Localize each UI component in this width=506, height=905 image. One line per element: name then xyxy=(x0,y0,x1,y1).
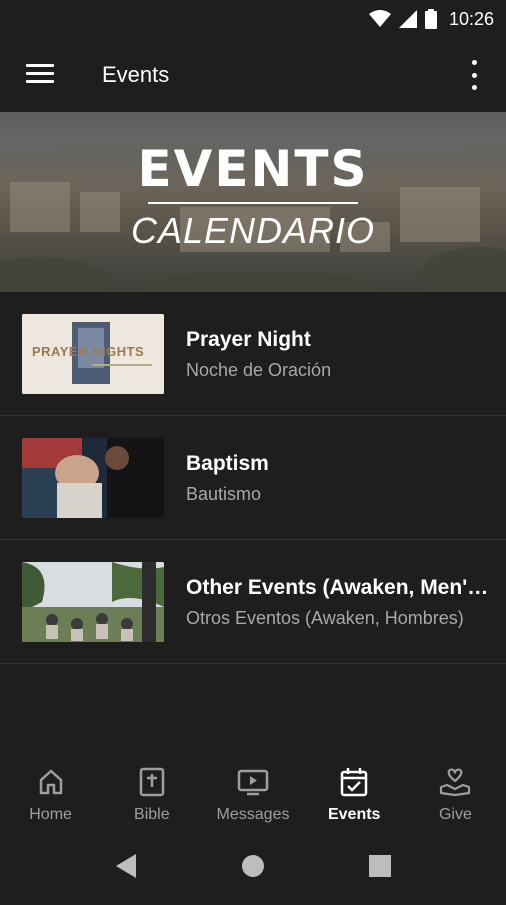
nav-label: Events xyxy=(327,806,381,823)
nav-label: Give xyxy=(438,806,472,823)
nav-label: Bible xyxy=(134,806,170,823)
list-item[interactable]: PRAYER NIGHTS Prayer Night Noche de Orac… xyxy=(0,292,506,416)
event-thumbnail xyxy=(22,562,164,642)
home-circle-icon[interactable] xyxy=(242,855,264,877)
list-item[interactable]: Baptism Bautismo xyxy=(0,416,506,540)
nav-events[interactable]: Events xyxy=(304,754,405,834)
status-bar: 10:26 xyxy=(0,0,506,38)
page-title: Events xyxy=(102,62,170,87)
home-icon xyxy=(37,766,65,798)
banner-subtitle: CALENDARIO xyxy=(130,210,376,251)
back-icon[interactable] xyxy=(116,854,136,878)
event-title: Prayer Night xyxy=(186,328,311,351)
list-item[interactable]: Other Events (Awaken, Men's Group) Otros… xyxy=(0,540,506,664)
system-navigation-bar xyxy=(0,834,506,900)
event-title: Baptism xyxy=(186,452,269,475)
events-banner: EVENTS CALENDARIO xyxy=(0,112,506,292)
events-list: PRAYER NIGHTS Prayer Night Noche de Orac… xyxy=(0,292,506,664)
thumb-text: PRAYER NIGHTS xyxy=(32,344,145,359)
nav-give[interactable]: Give xyxy=(405,754,506,834)
event-thumbnail: PRAYER NIGHTS xyxy=(22,314,164,394)
event-title: Other Events (Awaken, Men's Group) xyxy=(186,576,491,599)
event-subtitle: Noche de Oración xyxy=(186,360,332,380)
signal-icon xyxy=(398,10,417,28)
nav-messages[interactable]: Messages xyxy=(202,754,303,834)
app-bar: Events xyxy=(0,38,506,112)
calendar-check-icon xyxy=(340,766,368,798)
status-time: 10:26 xyxy=(448,8,494,29)
tv-play-icon xyxy=(237,766,269,798)
event-subtitle: Bautismo xyxy=(186,484,262,504)
banner-divider xyxy=(148,202,358,204)
battery-icon xyxy=(424,9,437,29)
hand-heart-icon xyxy=(439,766,471,798)
wifi-icon xyxy=(368,10,391,27)
recents-icon[interactable] xyxy=(369,855,391,877)
bible-icon xyxy=(139,766,165,798)
bottom-navigation: Home Bible Messages Events Give xyxy=(0,754,506,834)
status-icons: 10:26 xyxy=(368,6,494,32)
event-thumbnail xyxy=(22,438,164,518)
menu-icon[interactable] xyxy=(26,64,54,84)
nav-label: Home xyxy=(29,806,72,823)
banner-title: EVENTS xyxy=(137,140,369,198)
more-vert-icon[interactable] xyxy=(464,60,484,90)
nav-bible[interactable]: Bible xyxy=(101,754,202,834)
nav-home[interactable]: Home xyxy=(0,754,101,834)
nav-label: Messages xyxy=(216,806,290,823)
event-subtitle: Otros Eventos (Awaken, Hombres) xyxy=(186,608,464,628)
